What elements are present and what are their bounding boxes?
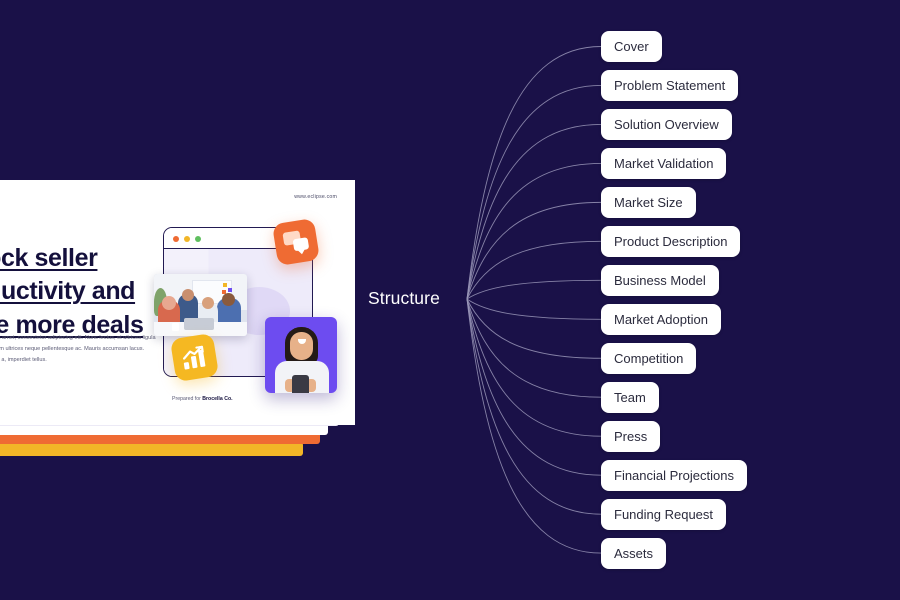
structure-node-market-validation[interactable]: Market Validation	[601, 147, 727, 179]
structure-node-label: Market Validation	[614, 155, 714, 171]
structure-node-label: Press	[614, 428, 648, 444]
structure-node-label: Market Size	[614, 194, 683, 210]
structure-node-financial-projections[interactable]: Financial Projections	[601, 459, 747, 491]
structure-node-assets[interactable]: Assets	[601, 537, 667, 569]
structure-node-team[interactable]: Team	[601, 381, 659, 413]
structure-node-problem-statement[interactable]: Problem Statement	[601, 69, 739, 101]
structure-node-label: Financial Projections	[614, 467, 734, 483]
structure-node-list: Cover Problem Statement Solution Overview M…	[0, 0, 900, 600]
structure-node-press[interactable]: Press	[601, 420, 661, 452]
structure-node-label: Cover	[614, 39, 649, 54]
structure-node-solution-overview[interactable]: Solution Overview	[601, 108, 732, 140]
structure-node-label: Problem Statement	[614, 77, 726, 93]
structure-node-market-adoption[interactable]: Market Adoption	[601, 303, 721, 335]
structure-node-business-model[interactable]: Business Model	[601, 264, 719, 296]
structure-node-market-size[interactable]: Market Size	[601, 186, 696, 218]
structure-node-label: Team	[614, 389, 646, 405]
structure-node-label: Competition	[614, 350, 684, 366]
canvas: www.eclipse.com Unlock seller productivi…	[0, 0, 900, 600]
structure-node-cover[interactable]: Cover	[601, 31, 662, 62]
structure-node-funding-request[interactable]: Funding Request	[601, 498, 727, 530]
structure-node-label: Product Description	[614, 233, 728, 249]
structure-node-label: Funding Request	[614, 506, 714, 522]
structure-node-label: Market Adoption	[614, 311, 708, 327]
structure-node-label: Business Model	[614, 272, 706, 288]
structure-node-product-description[interactable]: Product Description	[601, 225, 741, 257]
structure-node-label: Solution Overview	[614, 116, 719, 132]
structure-node-label: Assets	[614, 545, 654, 561]
structure-node-competition[interactable]: Competition	[601, 342, 697, 374]
